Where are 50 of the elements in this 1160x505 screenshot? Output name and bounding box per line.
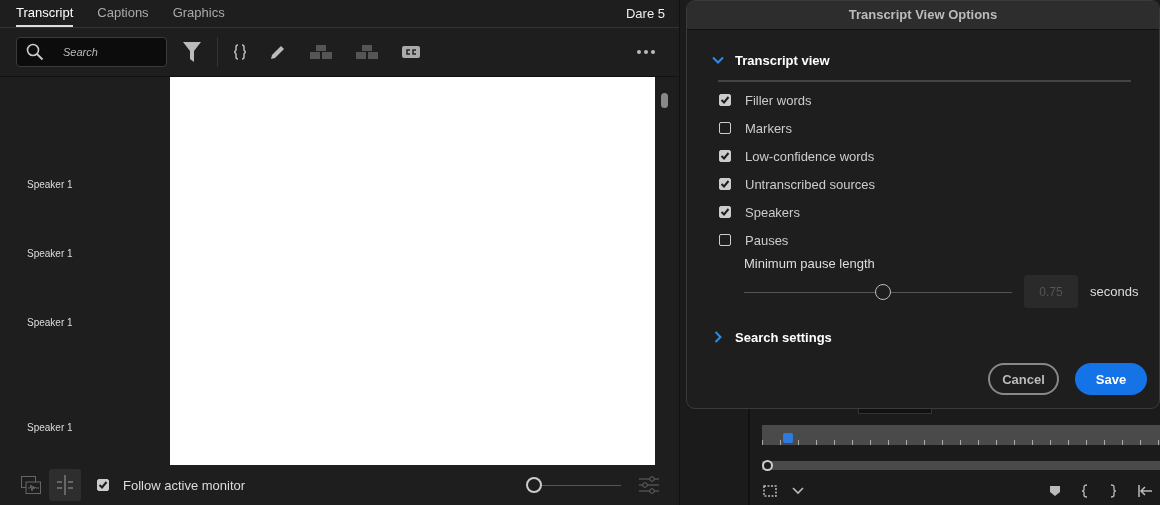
panel-tab[interactable]: Graphics [172, 0, 225, 27]
chevron-icon [712, 331, 724, 343]
checkbox[interactable] [719, 178, 731, 190]
brace-icon[interactable] [1110, 484, 1116, 498]
section-toggle[interactable]: Search settings [712, 323, 832, 351]
more-icon[interactable] [637, 50, 655, 54]
checkbox-label: Follow active monitor [123, 477, 246, 493]
checkbox[interactable] [719, 122, 731, 134]
checkbox-label: Untranscribed sources [745, 176, 876, 192]
brackets-icon[interactable] [234, 44, 246, 60]
waveform-icon[interactable] [21, 476, 41, 494]
crop-icon[interactable] [762, 484, 778, 498]
filter-icon[interactable] [183, 42, 201, 62]
search-field[interactable]: Search [16, 37, 167, 67]
chevron-icon [712, 54, 724, 66]
layout-button[interactable] [49, 469, 81, 501]
scroll-bar[interactable] [762, 461, 1160, 470]
checkbox[interactable] [719, 94, 731, 106]
panel-tab[interactable]: Captions [97, 0, 149, 27]
pause-slider[interactable] [744, 282, 1012, 301]
section-toggle[interactable]: Transcript view [712, 46, 830, 74]
cancel-button[interactable]: Cancel [988, 363, 1059, 395]
checkbox[interactable] [97, 479, 109, 491]
checkbox[interactable] [719, 206, 731, 218]
pencil-icon[interactable] [270, 44, 286, 60]
speaker-label: Speaker 1 [27, 317, 74, 329]
captions-icon[interactable] [402, 46, 420, 58]
speaker-label: Speaker 1 [27, 248, 74, 260]
checkbox[interactable] [719, 150, 731, 162]
align-icon [55, 475, 75, 495]
checkbox[interactable] [719, 234, 731, 246]
checkbox-label: Pauses [745, 232, 789, 248]
brace-icon[interactable] [1082, 484, 1088, 498]
save-button[interactable]: Save [1075, 363, 1147, 395]
sequence-name: Dare 5 [625, 6, 665, 21]
speaker-label: Speaker 1 [27, 422, 74, 434]
scrollbar-thumb[interactable] [661, 93, 668, 108]
marker-icon[interactable] [1050, 486, 1060, 496]
zoom-slider[interactable] [529, 477, 621, 493]
go-to-in-icon[interactable] [1138, 485, 1152, 497]
checkbox-label: Low-confidence words [745, 148, 875, 164]
speaker-label: Speaker 1 [27, 179, 74, 191]
dialog-title: Transcript View Options [687, 1, 1159, 30]
panel-tab[interactable]: Transcript [16, 0, 74, 27]
slider-label: Minimum pause length [744, 256, 876, 271]
checkbox-label: Markers [745, 120, 792, 136]
unit-label: seconds [1090, 284, 1139, 299]
checkbox-label: Speakers [745, 204, 800, 220]
checkbox-label: Filler words [745, 92, 812, 108]
chevron-icon[interactable] [792, 487, 804, 495]
